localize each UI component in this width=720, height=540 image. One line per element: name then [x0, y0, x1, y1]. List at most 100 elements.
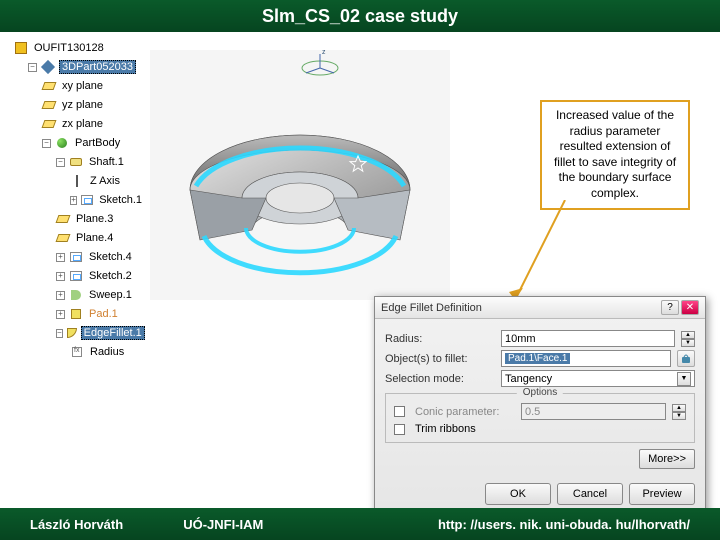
help-button[interactable]: ? [661, 300, 679, 315]
options-title: Options [517, 387, 563, 398]
dialog-title: Edge Fillet Definition [381, 302, 661, 314]
plane-icon [42, 98, 56, 112]
radius-input[interactable]: 10mm [501, 330, 675, 347]
tree-plane3[interactable]: Plane.3 [56, 210, 144, 228]
footer-author: László Horváth [30, 517, 123, 532]
tree-label: OUFIT130128 [32, 42, 106, 54]
tree-label: Sketch.4 [87, 251, 134, 263]
tree-label: 3DPart052033 [59, 60, 136, 74]
tree-sweep[interactable]: + Sweep.1 [56, 286, 144, 304]
fx-icon [70, 345, 84, 359]
plane-icon [42, 117, 56, 131]
tree-label: Shaft.1 [87, 156, 126, 168]
tree-pad[interactable]: + Pad.1 [56, 305, 144, 323]
options-frame: Options Conic parameter: 0.5 ▲▼ Trim rib… [385, 393, 695, 443]
tree-edgefillet[interactable]: − EdgeFillet.1 [56, 324, 144, 342]
tree-3dpart[interactable]: − 3DPart052033 [28, 58, 144, 76]
spin-up-icon[interactable]: ▲ [681, 331, 695, 339]
tree-shaft[interactable]: − Shaft.1 [56, 153, 144, 171]
tree-label: EdgeFillet.1 [81, 326, 145, 340]
tree-yz-plane[interactable]: yz plane [42, 96, 144, 114]
collapse-icon[interactable]: − [56, 158, 65, 167]
spin-down-icon[interactable]: ▼ [681, 339, 695, 347]
sketch-icon [81, 193, 93, 207]
dialog-body: Radius: 10mm ▲▼ Object(s) to fillet: Pad… [375, 319, 705, 477]
conic-spinner: ▲▼ [672, 404, 686, 420]
sketch-icon [69, 269, 83, 283]
expand-icon[interactable]: + [56, 291, 65, 300]
callout-arrow [505, 200, 585, 310]
tree-label: Z Axis [88, 175, 122, 187]
conic-label: Conic parameter: [415, 406, 515, 418]
tree-plane4[interactable]: Plane.4 [56, 229, 144, 247]
tree-xy-plane[interactable]: xy plane [42, 77, 144, 95]
expand-icon[interactable]: + [70, 196, 77, 205]
tree-partbody[interactable]: − PartBody [42, 134, 144, 152]
tree-root[interactable]: OUFIT130128 [14, 39, 144, 57]
trim-checkbox[interactable] [394, 424, 405, 435]
collapse-icon[interactable]: − [42, 139, 51, 148]
axis-icon [70, 174, 84, 188]
trim-label: Trim ribbons [415, 423, 476, 435]
preview-button[interactable]: Preview [629, 483, 695, 505]
model-render: z [150, 50, 450, 300]
radius-spinner[interactable]: ▲▼ [681, 331, 695, 347]
objects-picker-button[interactable] [677, 350, 695, 367]
tree-sketch4[interactable]: + Sketch.4 [56, 248, 144, 266]
fillet-icon [67, 326, 77, 340]
bag-icon [680, 353, 692, 365]
edge-fillet-dialog[interactable]: Edge Fillet Definition ? ✕ Radius: 10mm … [374, 296, 706, 514]
selmode-label: Selection mode: [385, 373, 495, 385]
expand-icon[interactable]: + [56, 253, 65, 262]
feature-tree[interactable]: OUFIT130128 − 3DPart052033 xy plane yz p… [14, 38, 144, 362]
tree-label: Radius [88, 346, 126, 358]
selmode-select[interactable]: Tangency ▼ [501, 370, 695, 387]
slide-header: Slm_CS_02 case study [0, 0, 720, 32]
tree-label: zx plane [60, 118, 105, 130]
tree-label: Pad.1 [87, 308, 120, 320]
3d-viewport[interactable]: z [150, 50, 450, 300]
ok-button[interactable]: OK [485, 483, 551, 505]
cancel-button[interactable]: Cancel [557, 483, 623, 505]
dialog-titlebar[interactable]: Edge Fillet Definition ? ✕ [375, 297, 705, 319]
tree-label: yz plane [60, 99, 105, 111]
sweep-icon [69, 288, 83, 302]
tree-label: Sketch.1 [97, 194, 144, 206]
radius-label: Radius: [385, 333, 495, 345]
objects-input[interactable]: Pad.1\Face.1 [501, 350, 671, 367]
slide-title: Slm_CS_02 case study [262, 6, 458, 27]
tree-label: Plane.4 [74, 232, 115, 244]
conic-checkbox[interactable] [394, 406, 405, 417]
cube-icon [41, 60, 55, 74]
shaft-icon [69, 155, 83, 169]
svg-text:z: z [322, 50, 326, 56]
expand-icon[interactable]: + [56, 272, 65, 281]
close-button[interactable]: ✕ [681, 300, 699, 315]
collapse-icon[interactable]: − [56, 329, 63, 338]
body-icon [55, 136, 69, 150]
tree-label: Plane.3 [74, 213, 115, 225]
footer-org: UÓ-JNFI-IAM [183, 517, 263, 532]
expand-icon[interactable]: + [56, 310, 65, 319]
tree-zaxis[interactable]: Z Axis [70, 172, 144, 190]
objects-label: Object(s) to fillet: [385, 353, 495, 365]
tree-label: xy plane [60, 80, 105, 92]
annotation-callout: Increased value of the radius parameter … [540, 100, 690, 210]
callout-text: Increased value of the radius parameter … [554, 108, 676, 200]
plane-icon [56, 231, 70, 245]
collapse-icon[interactable]: − [28, 63, 37, 72]
sketch-icon [69, 250, 83, 264]
conic-input: 0.5 [521, 403, 666, 420]
tree-label: PartBody [73, 137, 122, 149]
plane-icon [42, 79, 56, 93]
tree-sketch2[interactable]: + Sketch.2 [56, 267, 144, 285]
tree-label: Sweep.1 [87, 289, 134, 301]
slide-footer: László Horváth UÓ-JNFI-IAM http: //users… [0, 508, 720, 540]
more-button[interactable]: More>> [639, 449, 695, 469]
plane-icon [56, 212, 70, 226]
tree-zx-plane[interactable]: zx plane [42, 115, 144, 133]
tree-sketch1[interactable]: + Sketch.1 [70, 191, 144, 209]
chevron-down-icon: ▼ [677, 372, 691, 386]
tree-radius[interactable]: Radius [70, 343, 144, 361]
part-icon [14, 41, 28, 55]
